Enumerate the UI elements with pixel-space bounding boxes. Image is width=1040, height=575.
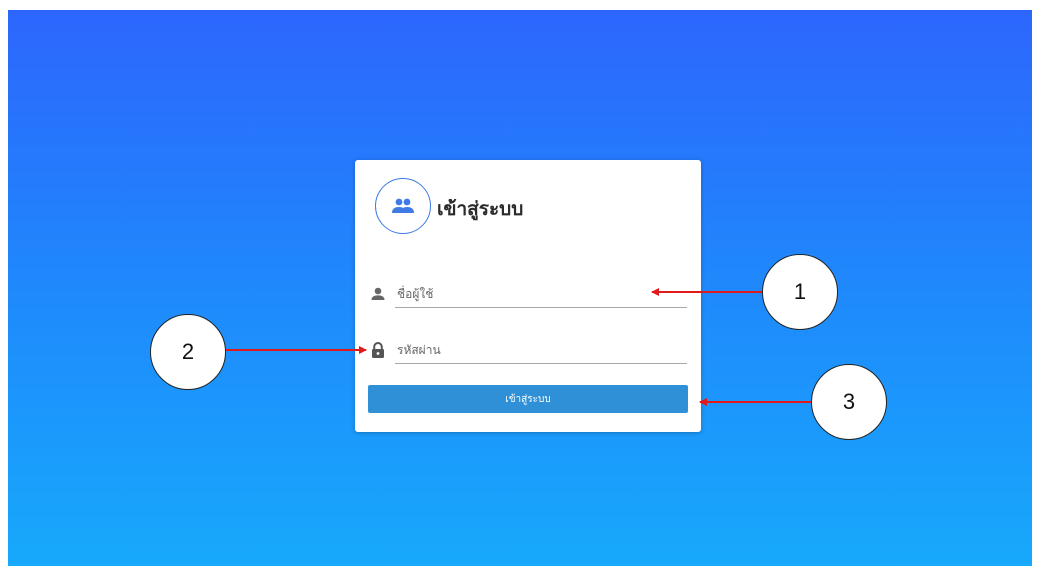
password-input[interactable] <box>395 336 687 364</box>
logo-badge <box>375 178 431 234</box>
user-icon <box>371 287 385 300</box>
username-field <box>369 280 689 310</box>
annotation-callout-1: 1 <box>762 254 838 330</box>
login-card: เข้าสู่ระบบ เข้าสู่ระบบ <box>355 160 701 432</box>
login-button[interactable]: เข้าสู่ระบบ <box>368 385 688 413</box>
login-title: เข้าสู่ระบบ <box>437 198 524 220</box>
username-input[interactable] <box>395 280 687 308</box>
password-field <box>369 336 689 366</box>
annotation-callout-3: 3 <box>811 364 887 440</box>
group-icon <box>392 198 414 213</box>
screenshot-stage: เข้าสู่ระบบ เข้าสู่ระบบ 1 <box>0 0 1040 575</box>
lock-icon <box>372 341 384 358</box>
annotation-callout-2: 2 <box>150 314 226 390</box>
